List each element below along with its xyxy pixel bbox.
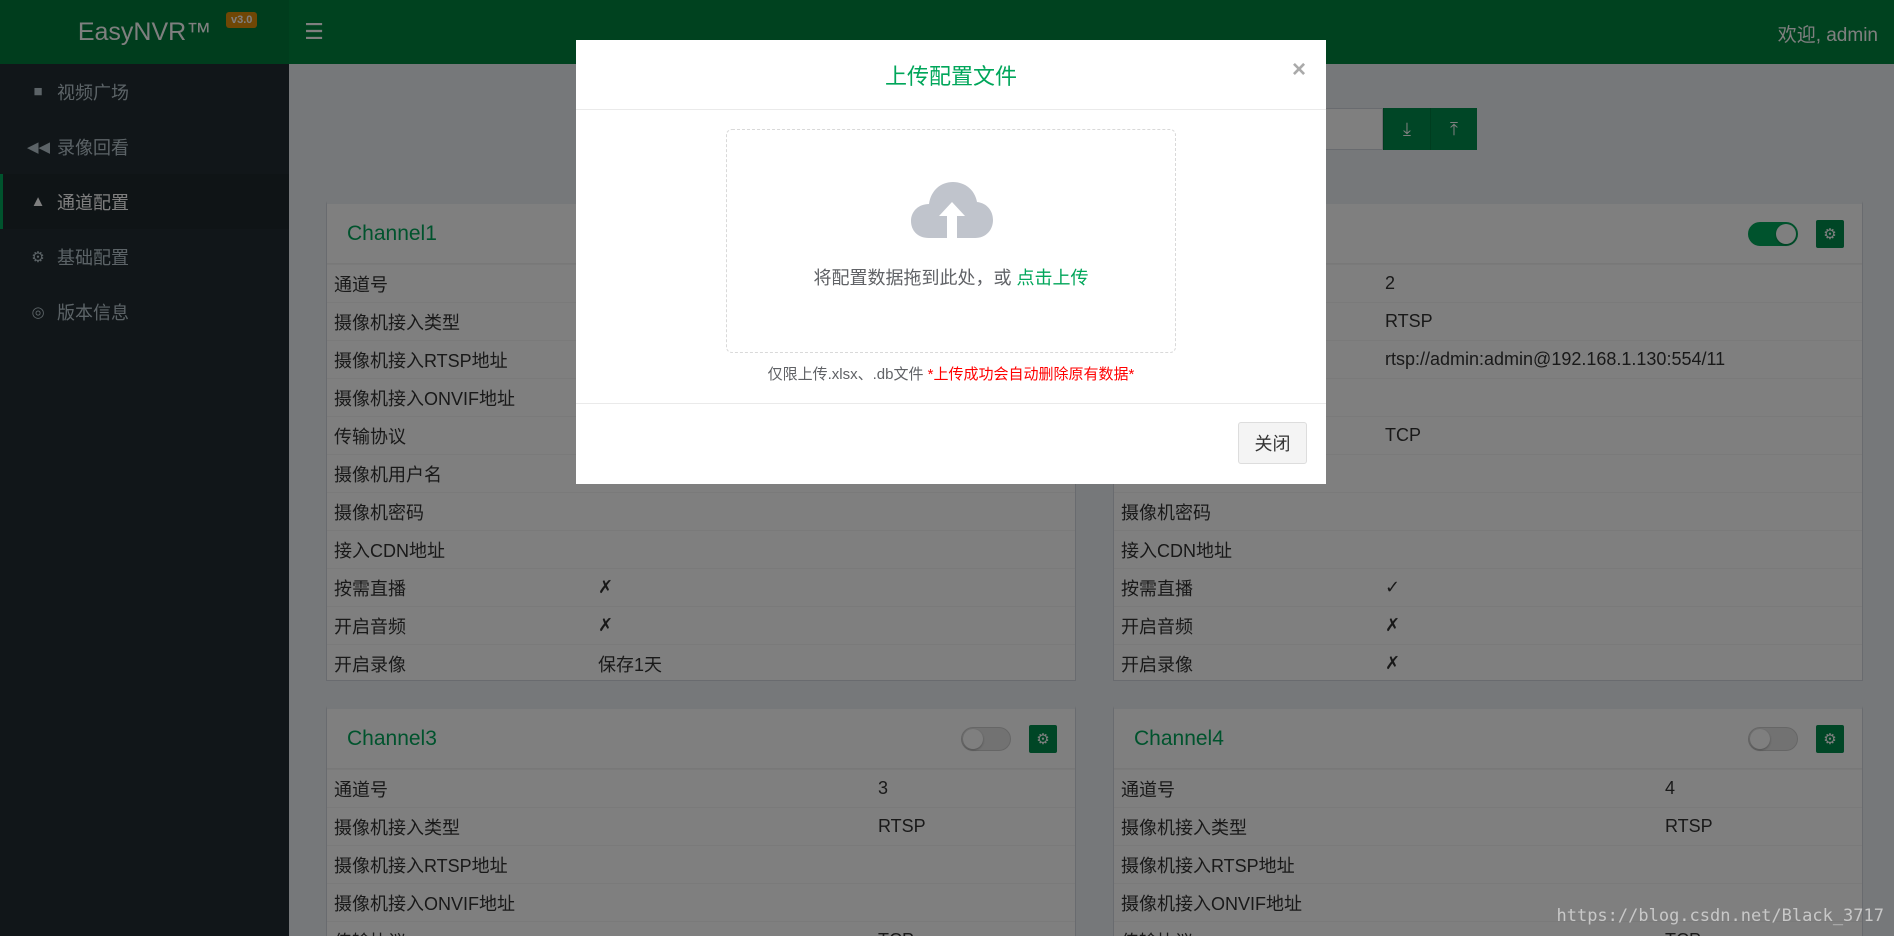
- watermark: https://blog.csdn.net/Black_3717: [1556, 906, 1884, 926]
- dialog-footer: 关闭: [576, 403, 1326, 484]
- click-upload-link[interactable]: 点击上传: [1017, 268, 1089, 288]
- upload-config-dialog: 上传配置文件 × 将配置数据拖到此处，或 点击上传 仅限上传.xlsx、.db文…: [576, 40, 1326, 484]
- cloud-upload-icon: [911, 182, 993, 238]
- tip-warning: *上传成功会自动删除原有数据*: [927, 366, 1135, 383]
- dropzone-hint: 将配置数据拖到此处，或: [813, 268, 1017, 288]
- dialog-title: 上传配置文件: [884, 63, 1017, 89]
- dropzone-text: 将配置数据拖到此处，或 点击上传: [727, 264, 1175, 290]
- upload-dropzone[interactable]: 将配置数据拖到此处，或 点击上传: [726, 129, 1176, 353]
- upload-tip: 仅限上传.xlsx、.db文件 *上传成功会自动删除原有数据*: [576, 363, 1326, 384]
- dialog-header: 上传配置文件 ×: [576, 40, 1326, 110]
- tip-text: 仅限上传.xlsx、.db文件: [767, 366, 928, 383]
- close-button[interactable]: 关闭: [1238, 422, 1307, 464]
- close-icon[interactable]: ×: [1292, 56, 1306, 84]
